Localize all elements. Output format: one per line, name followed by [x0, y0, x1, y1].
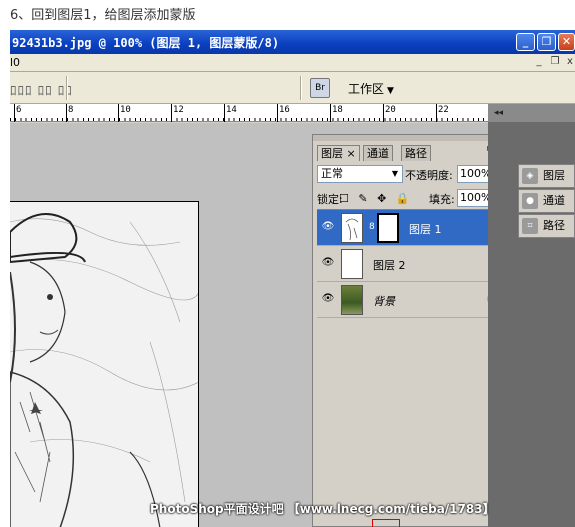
lock-options-icons[interactable]: ☐ ✎ ✥ 🔒 [339, 192, 412, 205]
document-menu-row: l0 _ ❐ x [10, 54, 575, 72]
dock-item-label: 图层 [543, 169, 565, 182]
horizontal-ruler: 6 8 10 12 14 16 18 20 22 [10, 104, 488, 122]
layer-mask-thumbnail[interactable] [377, 213, 399, 243]
layers-list: 👁 8 图层 1 👁 图层 2 👁 背景 🔒 [317, 209, 511, 525]
workspace-menu[interactable]: 工作区 ▼ [348, 80, 394, 97]
layer-thumbnail [341, 285, 363, 315]
layer-row[interactable]: 👁 8 图层 1 [317, 210, 511, 246]
options-bar: ﾛﾛﾛ ﾛﾛ ﾛﾛ Br 工作区 ▼ [10, 72, 575, 104]
separator [66, 76, 68, 100]
layer-row[interactable]: 👁 背景 🔒 [317, 282, 511, 318]
sketch-portrait-image [10, 202, 198, 527]
separator [300, 76, 302, 100]
ruler-label: 22 [438, 105, 449, 115]
workspace-label: 工作区 [348, 82, 385, 96]
layers-icon: ◈ [522, 168, 538, 184]
photoshop-window: 92431b3.jpg @ 100% (图层 1, 图层蒙版/8) _ ❐ ✕ … [10, 30, 575, 527]
minimize-button[interactable]: _ [516, 33, 535, 51]
ruler-label: 6 [16, 105, 22, 115]
red-highlight-box [372, 519, 400, 527]
mask-link-icon[interactable]: 8 [369, 222, 375, 232]
document-image[interactable] [10, 201, 199, 527]
ruler-label: 14 [226, 105, 237, 115]
distribute-icons[interactable]: ﾛﾛﾛ ﾛﾛ ﾛﾛ [10, 80, 73, 99]
ruler-label: 8 [68, 105, 74, 115]
opacity-label: 不透明度: [405, 169, 453, 182]
dock-expand-icon[interactable]: ◂◂ [488, 104, 575, 122]
doc-close-button[interactable]: x [563, 56, 575, 69]
window-title: 92431b3.jpg @ 100% (图层 1, 图层蒙版/8) [12, 36, 280, 50]
layer-name[interactable]: 图层 1 [409, 221, 442, 237]
layer-row[interactable]: 👁 图层 2 [317, 246, 511, 282]
chevron-down-icon: ▼ [387, 86, 394, 96]
dock-item-label: 路径 [543, 219, 565, 232]
layer-thumbnail [341, 249, 363, 279]
layers-panel: 图层 × 通道 路径 ▸▸ ≡ 正常 ▼ 不透明度: 100% ▶ 锁定: ☐ … [312, 134, 514, 527]
dock-item-label: 通道 [543, 194, 565, 207]
tab-channels[interactable]: 通道 [363, 145, 393, 161]
ruler-label: 12 [173, 105, 184, 115]
restore-button[interactable]: ❐ [537, 33, 556, 51]
dock-item-layers[interactable]: ◈ 图层 [518, 164, 575, 188]
tab-paths[interactable]: 路径 [401, 145, 431, 161]
chevron-down-icon: ▼ [391, 169, 399, 178]
doc-restore-button[interactable]: ❐ [548, 56, 562, 69]
eye-icon[interactable]: 👁 [320, 256, 336, 270]
layer-thumbnail [341, 213, 363, 243]
watermark-text: PhotoShop平面设计吧 【www.lnecg.com/tieba/1783… [150, 502, 495, 516]
eye-icon[interactable]: 👁 [320, 292, 336, 306]
ruler-label: 20 [385, 105, 396, 115]
ruler-label: 16 [279, 105, 290, 115]
blend-mode-select[interactable]: 正常 ▼ [317, 165, 403, 183]
paths-icon: ⌗ [522, 218, 538, 234]
title-bar[interactable]: 92431b3.jpg @ 100% (图层 1, 图层蒙版/8) _ ❐ ✕ [10, 30, 575, 54]
collapsed-panel-dock: ◂◂ ◈ 图层 ● 通道 ⌗ 路径 [488, 104, 575, 527]
ruler-label: 18 [332, 105, 343, 115]
blend-mode-value: 正常 [321, 167, 343, 180]
tab-layers[interactable]: 图层 × [317, 145, 360, 161]
eye-icon[interactable]: 👁 [320, 220, 336, 234]
ruler-label: 10 [120, 105, 131, 115]
channels-icon: ● [522, 193, 538, 209]
layer-name[interactable]: 背景 [373, 293, 395, 309]
bridge-icon[interactable]: Br [310, 78, 330, 98]
doc-minimize-button[interactable]: _ [532, 56, 546, 69]
close-button[interactable]: ✕ [558, 33, 575, 51]
panel-grip[interactable] [313, 135, 513, 141]
doc-row-label: l0 [10, 56, 21, 69]
dock-item-paths[interactable]: ⌗ 路径 [518, 214, 575, 238]
fill-label: 填充: [429, 193, 455, 206]
layer-name[interactable]: 图层 2 [373, 257, 406, 273]
tutorial-caption: 6、回到图层1，给图层添加蒙版 [10, 8, 196, 23]
dock-item-channels[interactable]: ● 通道 [518, 189, 575, 213]
